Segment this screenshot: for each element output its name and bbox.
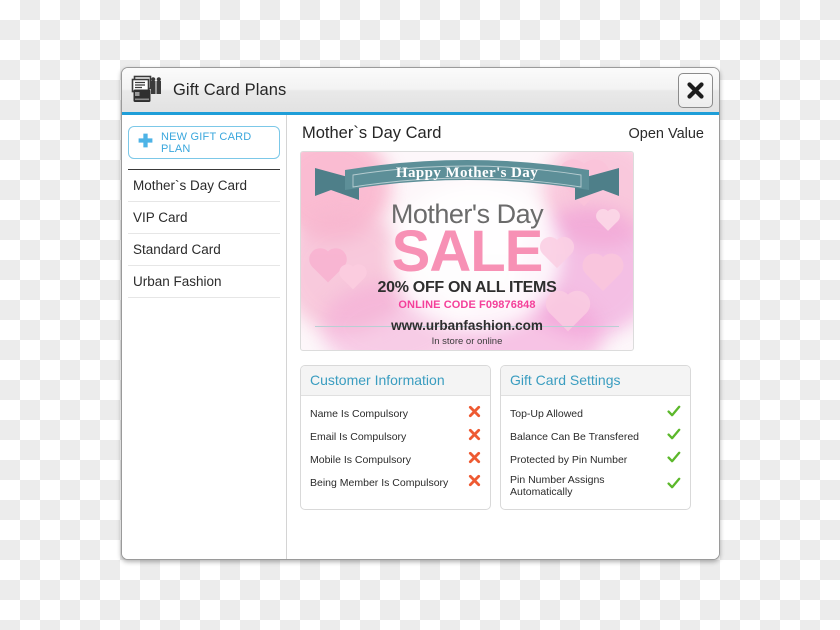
panel-rows: Top-Up Allowed Balance Can Be Transfered — [501, 396, 690, 509]
window-titlebar: Gift Card Plans — [122, 68, 719, 115]
plan-detail-pane: Mother`s Day Card Open Value Happy Mothe… — [287, 115, 719, 559]
sidebar-item-mothers-day-card[interactable]: Mother`s Day Card — [128, 169, 280, 202]
page-title: Mother`s Day Card — [302, 124, 442, 142]
setting-row-pin-protected[interactable]: Protected by Pin Number — [510, 448, 681, 471]
panel-title: Gift Card Settings — [501, 366, 690, 396]
sale-word: SALE — [391, 219, 544, 284]
banner-text: Happy Mother's Day — [395, 165, 539, 181]
open-value-label: Open Value — [628, 126, 704, 142]
sidebar-item-urban-fashion[interactable]: Urban Fashion — [128, 266, 280, 298]
window-body: NEW GIFT CARD PLAN Mother`s Day Card VIP… — [122, 115, 719, 559]
cross-icon[interactable] — [468, 474, 481, 492]
close-button[interactable] — [678, 73, 713, 108]
new-plan-label: NEW GIFT CARD PLAN — [161, 130, 252, 155]
setting-row-email-compulsory[interactable]: Email Is Compulsory — [310, 425, 481, 448]
plan-list: Mother`s Day Card VIP Card Standard Card… — [122, 169, 286, 298]
offer-line: 20% OFF ON ALL ITEMS — [377, 279, 557, 297]
gift-card-plans-window: Gift Card Plans NEW GIFT CARD PLAN Mothe… — [121, 67, 720, 560]
setting-row-pin-auto-assign[interactable]: Pin Number Assigns Automatically — [510, 471, 681, 500]
plan-detail-header: Mother`s Day Card Open Value — [300, 115, 706, 151]
panel-rows: Name Is Compulsory Email Is Compulsory M… — [301, 396, 490, 503]
gift-card-settings-panel: Gift Card Settings Top-Up Allowed Balanc… — [500, 365, 691, 510]
check-icon[interactable] — [667, 451, 681, 469]
setting-label: Mobile Is Compulsory — [310, 453, 411, 466]
setting-label: Top-Up Allowed — [510, 407, 583, 420]
setting-label: Name Is Compulsory — [310, 407, 409, 420]
setting-row-balance-transferable[interactable]: Balance Can Be Transfered — [510, 425, 681, 448]
check-icon[interactable] — [667, 405, 681, 423]
plans-sidebar: NEW GIFT CARD PLAN Mother`s Day Card VIP… — [122, 115, 287, 559]
window-title: Gift Card Plans — [173, 80, 287, 99]
ribbon-banner: Happy Mother's Day — [301, 156, 633, 202]
cross-icon[interactable] — [468, 451, 481, 469]
settings-panels: Customer Information Name Is Compulsory … — [300, 365, 706, 510]
setting-row-name-compulsory[interactable]: Name Is Compulsory — [310, 402, 481, 425]
setting-label: Protected by Pin Number — [510, 453, 628, 466]
cross-icon[interactable] — [468, 405, 481, 423]
setting-label: Being Member Is Compulsory — [310, 476, 449, 489]
website-row: www.urbanfashion.com — [301, 317, 633, 335]
gift-card-artwork[interactable]: Happy Mother's Day Mother's Day SALE 20%… — [300, 151, 634, 351]
setting-row-top-up-allowed[interactable]: Top-Up Allowed — [510, 402, 681, 425]
setting-row-being-member-compulsory[interactable]: Being Member Is Compulsory — [310, 471, 481, 494]
setting-label: Balance Can Be Transfered — [510, 430, 639, 443]
gift-card-stack-icon — [130, 73, 164, 107]
sidebar-item-vip-card[interactable]: VIP Card — [128, 202, 280, 234]
sidebar-item-standard-card[interactable]: Standard Card — [128, 234, 280, 266]
instore-line: In store or online — [431, 336, 503, 348]
website-text: www.urbanfashion.com — [391, 318, 543, 334]
new-gift-card-plan-button[interactable]: NEW GIFT CARD PLAN — [128, 126, 280, 159]
cross-icon[interactable] — [468, 428, 481, 446]
setting-label: Pin Number Assigns Automatically — [510, 473, 605, 498]
setting-row-mobile-compulsory[interactable]: Mobile Is Compulsory — [310, 448, 481, 471]
setting-label: Email Is Compulsory — [310, 430, 407, 443]
online-code-line: ONLINE CODE F09876848 — [398, 299, 536, 312]
check-icon[interactable] — [667, 477, 681, 495]
panel-title: Customer Information — [301, 366, 490, 396]
plus-icon — [137, 132, 154, 154]
check-icon[interactable] — [667, 428, 681, 446]
close-icon — [687, 82, 704, 99]
customer-information-panel: Customer Information Name Is Compulsory … — [300, 365, 491, 510]
